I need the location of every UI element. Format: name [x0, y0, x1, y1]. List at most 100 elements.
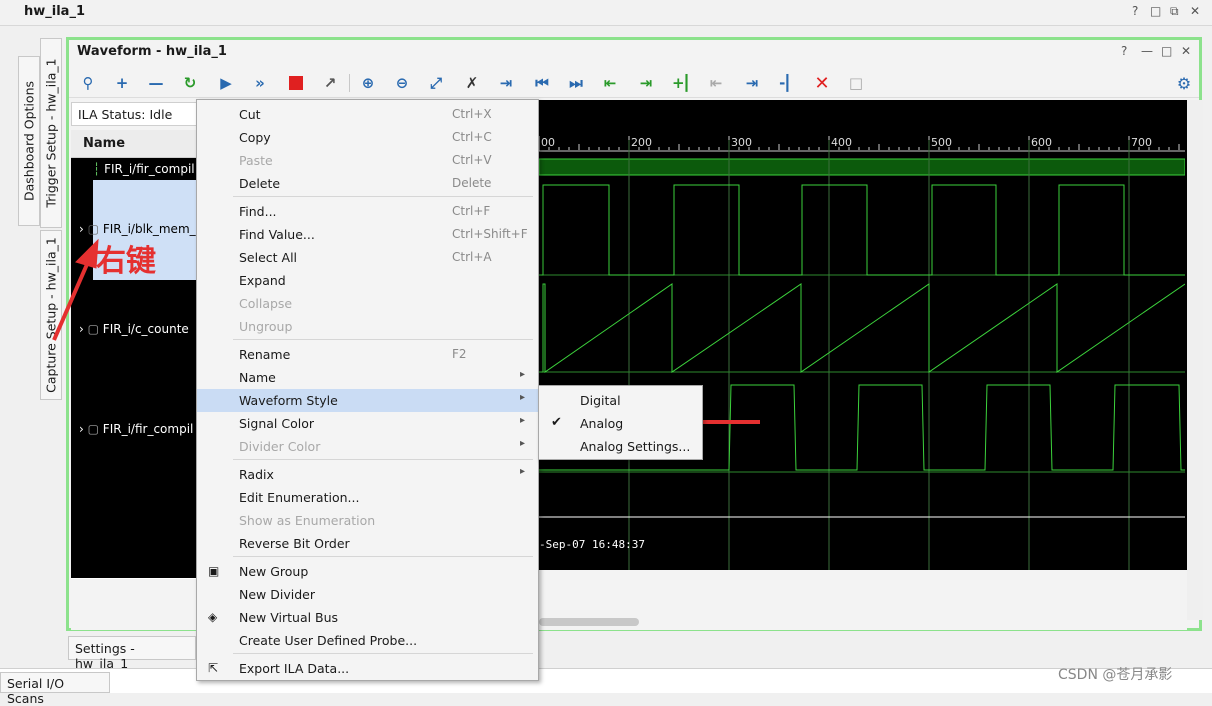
- panel-help-icon[interactable]: ?: [1121, 44, 1127, 58]
- menu-item-collapse[interactable]: Collapse: [197, 292, 538, 315]
- menu-item-ungroup[interactable]: Ungroup: [197, 315, 538, 338]
- menu-item-copy[interactable]: Copy Ctrl+C: [197, 126, 538, 149]
- submenu-item-label: Analog: [580, 416, 624, 431]
- ruler-tick-label: 600: [1031, 136, 1052, 149]
- panel-close-icon[interactable]: ✕: [1181, 44, 1191, 58]
- menu-item-new-virtual-bus[interactable]: ◈ New Virtual Bus: [197, 606, 538, 629]
- tab-settings[interactable]: Settings - hw_ila_1: [68, 636, 196, 671]
- menu-item-label: New Group: [239, 564, 309, 579]
- remove-marker-icon[interactable]: -⎢: [775, 72, 797, 94]
- menu-separator: [233, 459, 533, 460]
- go-start-icon[interactable]: ⏮: [531, 72, 553, 94]
- close-icon[interactable]: ✕: [1190, 4, 1200, 18]
- signal-row[interactable]: ┆ FIR_i/fir_compil: [93, 162, 195, 176]
- menu-item-reverse-bit-order[interactable]: Reverse Bit Order: [197, 532, 538, 555]
- run-trigger-icon[interactable]: ▶: [215, 72, 237, 94]
- panel-maximize-icon[interactable]: □: [1161, 44, 1172, 58]
- menu-item-create-user-defined-probe[interactable]: Create User Defined Probe...: [197, 629, 538, 652]
- tab-dashboard-options[interactable]: Dashboard Options: [18, 56, 40, 226]
- menu-item-shortcut: Ctrl+V: [452, 153, 492, 167]
- bottom-bar: [0, 668, 1212, 693]
- prev-transition-icon[interactable]: ⇤: [599, 72, 621, 94]
- signal-row[interactable]: › ▢ FIR_i/blk_mem_: [79, 222, 196, 236]
- menu-item-find[interactable]: Find... Ctrl+F: [197, 200, 538, 223]
- menu-item-label: Copy: [239, 130, 271, 145]
- tab-label: Capture Setup - hw_ila_1: [43, 237, 59, 393]
- vertical-scrollbar[interactable]: [1187, 100, 1203, 620]
- submenu-item-analog[interactable]: ✔ Analog: [539, 412, 702, 435]
- waveform-canvas[interactable]: 00 200 300 400 500 600 700 -Sep-07 16:48:37: [538, 100, 1199, 570]
- menu-item-export-ila-data[interactable]: ⇱ Export ILA Data...: [197, 657, 538, 680]
- marker-goto-icon[interactable]: ⇥: [495, 72, 517, 94]
- tab-trigger-setup[interactable]: Trigger Setup - hw_ila_1: [40, 38, 62, 228]
- float-icon[interactable]: ⧉: [1170, 4, 1179, 19]
- swap-icon[interactable]: □: [845, 72, 867, 94]
- checkmark-icon: ✔: [551, 415, 562, 430]
- menu-item-radix[interactable]: Radix ▸: [197, 463, 538, 486]
- menu-item-delete[interactable]: Delete Delete: [197, 172, 538, 195]
- toolbar-separator: [349, 74, 350, 92]
- menu-item-signal-color[interactable]: Signal Color ▸: [197, 412, 538, 435]
- cursor-icon[interactable]: ✗: [461, 72, 483, 94]
- menu-item-shortcut: Ctrl+A: [452, 250, 492, 264]
- menu-separator: [233, 653, 533, 654]
- signal-row[interactable]: › ▢ FIR_i/c_counte: [79, 322, 189, 336]
- menu-item-show-as-enumeration[interactable]: Show as Enumeration: [197, 509, 538, 532]
- signal-label: FIR_i/fir_compil: [102, 422, 194, 436]
- next-transition-icon[interactable]: ⇥: [635, 72, 657, 94]
- next-marker-icon[interactable]: ⇥: [741, 72, 763, 94]
- chevron-right-icon: ▸: [520, 438, 526, 449]
- submenu-item-analog-settings[interactable]: Analog Settings...: [539, 435, 702, 458]
- submenu-item-label: Analog Settings...: [580, 439, 691, 454]
- search-icon[interactable]: ⚲: [77, 72, 99, 94]
- menu-item-name[interactable]: Name ▸: [197, 366, 538, 389]
- run-immediate-icon[interactable]: »: [249, 72, 271, 94]
- menu-item-waveform-style[interactable]: Waveform Style ▸: [197, 389, 538, 412]
- menu-separator: [233, 556, 533, 557]
- refresh-icon[interactable]: ↻: [179, 72, 201, 94]
- add-icon[interactable]: +: [111, 72, 133, 94]
- zoom-fit-icon[interactable]: ⤢: [425, 72, 447, 94]
- menu-item-paste[interactable]: Paste Ctrl+V: [197, 149, 538, 172]
- chevron-right-icon: ▸: [520, 415, 526, 426]
- prev-marker-icon[interactable]: ⇤: [705, 72, 727, 94]
- menu-item-label: Cut: [239, 107, 261, 122]
- zoom-in-icon[interactable]: ⊕: [357, 72, 379, 94]
- zoom-out-icon[interactable]: ⊖: [391, 72, 413, 94]
- menu-item-find-value[interactable]: Find Value... Ctrl+Shift+F: [197, 223, 538, 246]
- delete-all-markers-icon[interactable]: ✕: [811, 72, 833, 94]
- menu-item-edit-enumeration[interactable]: Edit Enumeration...: [197, 486, 538, 509]
- export-icon[interactable]: ↗: [319, 72, 341, 94]
- menu-item-cut[interactable]: Cut Ctrl+X: [197, 103, 538, 126]
- timestamp-label: -Sep-07 16:48:37: [539, 538, 645, 551]
- left-tab-strip: Dashboard Options Trigger Setup - hw_ila…: [0, 26, 66, 666]
- remove-icon[interactable]: —: [145, 72, 167, 94]
- ruler-tick-label: 300: [731, 136, 752, 149]
- ruler-tick-label: 200: [631, 136, 652, 149]
- tab-serial-io-scans[interactable]: Serial I/O Scans: [0, 672, 110, 706]
- menu-item-divider-color[interactable]: Divider Color ▸: [197, 435, 538, 458]
- menu-item-expand[interactable]: Expand: [197, 269, 538, 292]
- stop-icon[interactable]: [285, 72, 307, 94]
- menu-item-label: Waveform Style: [239, 393, 338, 408]
- signal-row[interactable]: › ▢ FIR_i/fir_compil: [79, 422, 193, 436]
- menu-item-new-group[interactable]: ▣ New Group: [197, 560, 538, 583]
- help-icon[interactable]: ?: [1132, 4, 1138, 18]
- go-end-icon[interactable]: ⏭: [565, 72, 587, 94]
- gear-icon[interactable]: ⚙: [1173, 72, 1195, 94]
- menu-item-label: Create User Defined Probe...: [239, 633, 418, 648]
- panel-minimize-icon[interactable]: —: [1141, 44, 1153, 58]
- menu-item-label: Export ILA Data...: [239, 661, 350, 676]
- maximize-icon[interactable]: □: [1150, 4, 1161, 18]
- submenu-item-digital[interactable]: Digital: [539, 389, 702, 412]
- menu-item-shortcut: Ctrl+C: [452, 130, 492, 144]
- tab-capture-setup[interactable]: Capture Setup - hw_ila_1: [40, 230, 62, 400]
- scroll-thumb[interactable]: [539, 618, 639, 626]
- add-marker-icon[interactable]: +⎢: [671, 72, 693, 94]
- signal-label: FIR_i/c_counte: [102, 322, 189, 336]
- menu-item-rename[interactable]: Rename F2: [197, 343, 538, 366]
- menu-item-select-all[interactable]: Select All Ctrl+A: [197, 246, 538, 269]
- menu-item-label: Radix: [239, 467, 274, 482]
- menu-item-new-divider[interactable]: New Divider: [197, 583, 538, 606]
- watermark: CSDN @苍月承影: [1058, 667, 1173, 683]
